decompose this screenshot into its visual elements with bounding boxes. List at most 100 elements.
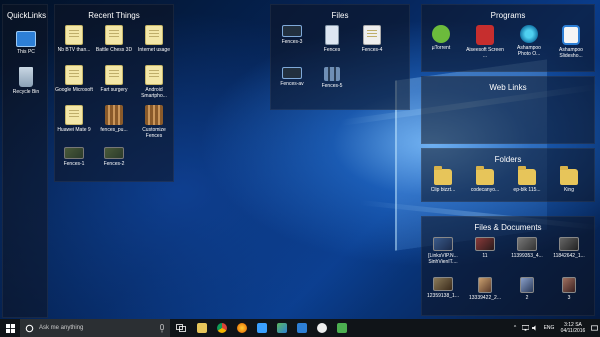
taskbar-app-store[interactable] <box>292 319 312 337</box>
desktop-icon[interactable]: King <box>550 165 588 193</box>
fence-quicklinks[interactable]: QuickLinks This PC Recycle Bin <box>2 4 48 318</box>
desktop-icon[interactable]: Aiseesoft Screen ... <box>466 25 504 59</box>
taskbar-app-music[interactable] <box>332 319 352 337</box>
clock-date: 04/11/2016 <box>560 328 586 334</box>
desktop-icon[interactable]: Huawei Mate 9 <box>55 105 93 133</box>
fences-icon <box>105 105 123 125</box>
windows-logo-icon <box>5 323 15 333</box>
fence-title: Files <box>331 11 349 20</box>
file-explorer-icon <box>197 323 207 333</box>
taskbar: Ask me anything ^ ENG 3:12 SA 04/11/2016 <box>0 319 600 337</box>
folder-icon <box>560 166 578 185</box>
maps-icon <box>277 323 287 333</box>
image-icon <box>324 67 340 81</box>
desktop-icon[interactable]: 3 <box>550 277 588 301</box>
volume-icon[interactable] <box>530 319 540 337</box>
desktop-icon[interactable]: Ashampoo Photo O... <box>510 25 548 57</box>
desktop-icon[interactable]: Nb BTV than... <box>55 25 93 53</box>
desktop-icon[interactable]: Fences-3 <box>273 25 311 45</box>
fences-icon <box>145 105 163 125</box>
fence-title: Web Links <box>489 83 527 92</box>
folder-icon <box>476 166 494 185</box>
taskbar-app-edge[interactable] <box>312 319 332 337</box>
desktop-icon[interactable]: Fences-5 <box>313 67 351 89</box>
icon-label: 11399353_4... <box>511 253 543 259</box>
fence-folders[interactable]: Folders Clip bizzt... codecanyo... ep-bl… <box>421 148 595 202</box>
icon-label: Internet usage <box>138 47 170 53</box>
network-icon[interactable] <box>520 319 530 337</box>
desktop-icon[interactable]: Fart surgery <box>95 65 133 93</box>
document-icon <box>105 65 123 85</box>
notification-icon <box>590 325 598 331</box>
fence-web-links[interactable]: Web Links <box>421 76 595 144</box>
icon-label: codecanyo... <box>470 187 500 193</box>
desktop-icon[interactable]: 12359138_1... <box>424 277 462 299</box>
desktop-icon[interactable]: 2 <box>508 277 546 301</box>
desktop-icon[interactable]: Customize Fences <box>135 105 173 139</box>
fence-files-documents[interactable]: Files & Documents [LinksVIP.N... SinhVie… <box>421 216 595 316</box>
video-icon <box>475 237 495 251</box>
desktop-icon-recycle-bin[interactable]: Recycle Bin <box>7 67 45 95</box>
search-box[interactable]: Ask me anything <box>20 319 170 337</box>
ashampoo-photo-icon <box>520 25 538 43</box>
image-icon <box>104 147 124 159</box>
desktop-icon[interactable]: Fences-av <box>273 67 311 87</box>
taskbar-app-mail[interactable] <box>252 319 272 337</box>
clock[interactable]: 3:12 SA 04/11/2016 <box>558 319 588 337</box>
icon-label: This PC <box>17 49 35 55</box>
desktop-icon[interactable]: Fences <box>313 25 351 53</box>
start-button[interactable] <box>0 319 20 337</box>
image-icon <box>282 25 302 37</box>
taskbar-app-chrome[interactable] <box>212 319 232 337</box>
document-icon <box>65 25 83 45</box>
desktop-icon[interactable]: Fences-2 <box>95 147 133 167</box>
desktop-icon[interactable]: Internet usage <box>135 25 173 53</box>
fence-files[interactable]: Files Fences-3 Fences Fences-4 Fences-av… <box>270 4 410 110</box>
language-indicator[interactable]: ENG <box>540 319 558 337</box>
show-hidden-icons-button[interactable]: ^ <box>510 319 520 337</box>
desktop-icon[interactable]: Google Microsoft <box>55 65 93 93</box>
task-view-icon <box>176 324 186 332</box>
music-icon <box>337 323 347 333</box>
action-center-button[interactable] <box>588 319 600 337</box>
icon-label: 12359138_1... <box>427 293 459 299</box>
fence-programs[interactable]: Programs µTorrent Aiseesoft Screen ... A… <box>421 4 595 72</box>
desktop-icon[interactable]: codecanyo... <box>466 165 504 193</box>
icon-label: Battle Chess 3D <box>95 47 133 53</box>
folder-icon <box>518 166 536 185</box>
icon-label: Fart surgery <box>100 87 128 93</box>
taskbar-app-firefox[interactable] <box>232 319 252 337</box>
desktop: QuickLinks This PC Recycle Bin Recent Th… <box>0 0 600 319</box>
desktop-icon[interactable]: Fences-4 <box>353 25 391 53</box>
desktop-icon[interactable]: 11399353_4... <box>508 237 546 259</box>
desktop-icon[interactable]: 13339422_2... <box>466 277 504 301</box>
desktop-icon[interactable]: Fences-1 <box>55 147 93 167</box>
desktop-icon[interactable]: Android Smartpho... <box>135 65 173 99</box>
image-icon <box>562 277 576 293</box>
fence-recent-things[interactable]: Recent Things Nb BTV than... Battle Ches… <box>54 4 174 182</box>
desktop-icon[interactable]: ep-blk 115... <box>508 165 546 193</box>
desktop-icon-this-pc[interactable]: This PC <box>7 27 45 55</box>
fence-title: Recent Things <box>88 11 140 20</box>
task-view-button[interactable] <box>170 319 192 337</box>
desktop-icon[interactable]: µTorrent <box>422 25 460 51</box>
document-icon <box>145 65 163 85</box>
taskbar-app-maps[interactable] <box>272 319 292 337</box>
desktop-icon[interactable]: 11842642_1... <box>550 237 588 259</box>
search-placeholder: Ask me anything <box>39 325 84 331</box>
desktop-icon[interactable]: [LinksVIP.N... SinhVienIT.... <box>424 237 462 265</box>
icon-label: 11842642_1... <box>553 253 585 259</box>
desktop-icon[interactable]: Battle Chess 3D <box>95 25 133 53</box>
desktop-icon[interactable]: fences_pu... <box>95 105 133 133</box>
desktop-icon[interactable]: Ashampoo Slidesho... <box>552 25 590 59</box>
icon-label: 2 <box>525 295 529 301</box>
fence-title: QuickLinks <box>7 11 47 20</box>
desktop-icon[interactable]: Clip bizzt... <box>424 165 462 193</box>
recycle-bin-icon <box>19 67 33 87</box>
document-icon <box>105 25 123 45</box>
document-icon <box>145 25 163 45</box>
desktop-icon[interactable]: 11 <box>466 237 504 259</box>
taskbar-app-file-explorer[interactable] <box>192 319 212 337</box>
icon-label: 13339422_2... <box>469 295 501 301</box>
ashampoo-slideshow-icon <box>562 25 580 45</box>
